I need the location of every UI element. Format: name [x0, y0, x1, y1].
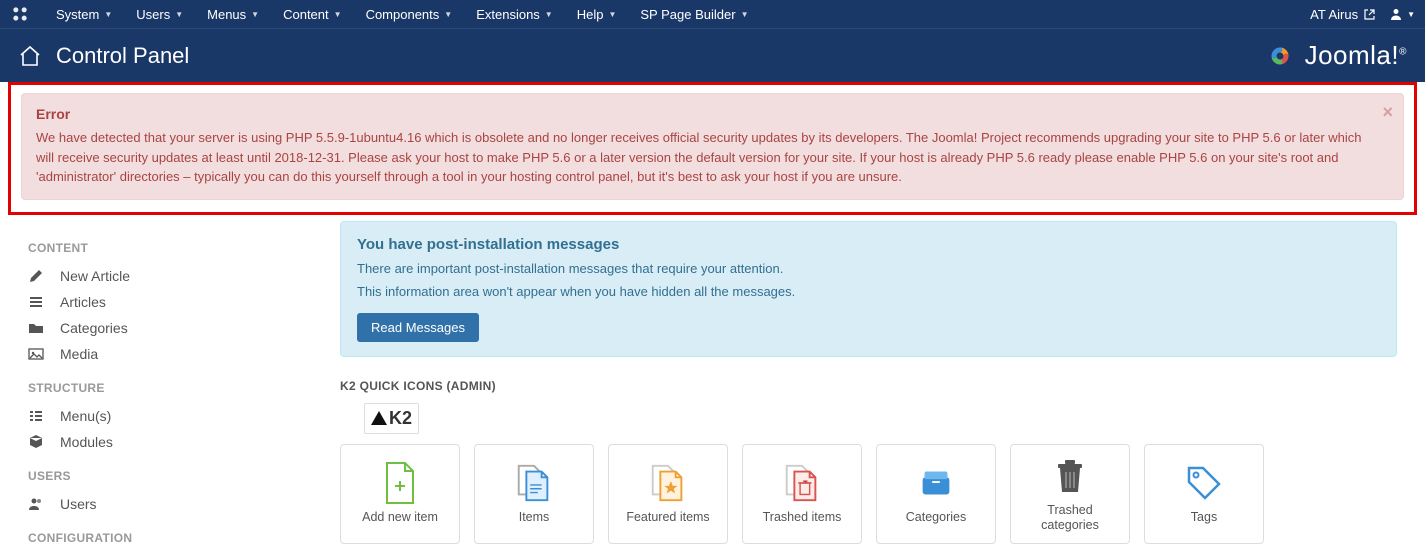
k2-add-new-item[interactable]: Add new item [340, 444, 460, 544]
page-title: Control Panel [56, 43, 1263, 69]
k2-items[interactable]: Items [474, 444, 594, 544]
triangle-icon [371, 411, 387, 425]
post-line2: This information area won't appear when … [357, 284, 1380, 299]
nav-label: Menu(s) [60, 408, 111, 424]
icon-label: Add new item [362, 510, 438, 525]
nav-articles[interactable]: Articles [28, 289, 340, 315]
post-install-messages: You have post-installation messages Ther… [340, 221, 1397, 357]
topbar-menu: System▼ Users▼ Menus▼ Content▼ Component… [44, 7, 1310, 22]
section-structure: STRUCTURE [28, 381, 340, 395]
nav-categories[interactable]: Categories [28, 315, 340, 341]
nav-label: Modules [60, 434, 113, 450]
menu-sp-page-builder[interactable]: SP Page Builder▼ [628, 7, 760, 22]
section-configuration: CONFIGURATION [28, 531, 340, 545]
nav-new-article[interactable]: New Article [28, 263, 340, 289]
menu-components[interactable]: Components▼ [354, 7, 465, 22]
k2-icon-grid: Add new item Items Featured items Trashe… [340, 444, 1397, 544]
list-icon [28, 408, 46, 424]
alert-body: We have detected that your server is usi… [36, 128, 1373, 187]
post-line1: There are important post-installation me… [357, 261, 1380, 276]
menu-extensions[interactable]: Extensions▼ [464, 7, 565, 22]
nav-menus[interactable]: Menu(s) [28, 403, 340, 429]
tag-icon [1183, 462, 1225, 504]
sidebar: CONTENT New Article Articles Categories … [0, 221, 340, 553]
alert-title: Error [36, 106, 1373, 122]
stack-icon [28, 294, 46, 310]
site-link[interactable]: AT Airus [1310, 7, 1375, 22]
close-icon[interactable]: × [1382, 102, 1393, 123]
k2-tags[interactable]: Tags [1144, 444, 1264, 544]
caret-down-icon: ▼ [104, 10, 112, 19]
read-messages-button[interactable]: Read Messages [357, 313, 479, 342]
icon-label: Trashed categories [1017, 503, 1123, 533]
caret-down-icon: ▼ [741, 10, 749, 19]
document-star-icon [647, 462, 689, 504]
k2-trashed-categories[interactable]: Trashed categories [1010, 444, 1130, 544]
caret-down-icon: ▼ [175, 10, 183, 19]
k2-trashed-items[interactable]: Trashed items [742, 444, 862, 544]
nav-label: Media [60, 346, 98, 362]
main-layout: CONTENT New Article Articles Categories … [0, 221, 1425, 553]
post-heading: You have post-installation messages [357, 236, 1380, 253]
nav-label: Categories [60, 320, 128, 336]
trash-icon [1049, 455, 1091, 497]
caret-down-icon: ▼ [334, 10, 342, 19]
k2-logo: K2 [364, 403, 419, 434]
image-icon [28, 346, 46, 362]
menu-menus[interactable]: Menus▼ [195, 7, 271, 22]
icon-label: Items [519, 510, 550, 525]
highlighted-region: × Error We have detected that your serve… [8, 82, 1417, 215]
caret-down-icon: ▼ [444, 10, 452, 19]
pencil-icon [28, 268, 46, 284]
cube-icon [28, 434, 46, 450]
k2-panel-title: K2 QUICK ICONS (ADMIN) [340, 379, 1397, 393]
user-icon [28, 496, 46, 512]
folder-icon [28, 320, 46, 336]
brand-text: Joomla! [1305, 40, 1400, 70]
menu-users[interactable]: Users▼ [124, 7, 195, 22]
caret-down-icon: ▼ [251, 10, 259, 19]
nav-media[interactable]: Media [28, 341, 340, 367]
section-users: USERS [28, 469, 340, 483]
k2-featured-items[interactable]: Featured items [608, 444, 728, 544]
section-content: CONTENT [28, 241, 340, 255]
menu-system[interactable]: System▼ [44, 7, 124, 22]
icon-label: Trashed items [763, 510, 842, 525]
documents-icon [513, 462, 555, 504]
error-alert: × Error We have detected that your serve… [21, 93, 1404, 200]
menu-help[interactable]: Help▼ [565, 7, 629, 22]
external-link-icon [1364, 9, 1375, 20]
icon-label: Categories [906, 510, 966, 525]
home-icon [18, 44, 56, 68]
k2-logo-text: K2 [389, 408, 412, 429]
caret-down-icon: ▼ [545, 10, 553, 19]
file-plus-icon [379, 462, 421, 504]
nav-label: Users [60, 496, 97, 512]
admin-topbar: System▼ Users▼ Menus▼ Content▼ Component… [0, 0, 1425, 28]
drawer-icon [915, 462, 957, 504]
nav-label: New Article [60, 268, 130, 284]
nav-modules[interactable]: Modules [28, 429, 340, 455]
topbar-right: AT Airus ▼ [1310, 7, 1415, 22]
main-content: You have post-installation messages Ther… [340, 221, 1425, 553]
caret-down-icon: ▼ [608, 10, 616, 19]
joomla-logo: Joomla!® [1263, 39, 1407, 73]
k2-categories[interactable]: Categories [876, 444, 996, 544]
user-menu[interactable]: ▼ [1389, 7, 1415, 21]
icon-label: Featured items [626, 510, 709, 525]
nav-label: Articles [60, 294, 106, 310]
menu-content[interactable]: Content▼ [271, 7, 353, 22]
page-header: Control Panel Joomla!® [0, 28, 1425, 82]
joomla-icon [10, 4, 44, 24]
caret-down-icon: ▼ [1407, 10, 1415, 19]
document-trash-icon [781, 462, 823, 504]
user-icon [1389, 7, 1403, 21]
icon-label: Tags [1191, 510, 1217, 525]
nav-users[interactable]: Users [28, 491, 340, 517]
